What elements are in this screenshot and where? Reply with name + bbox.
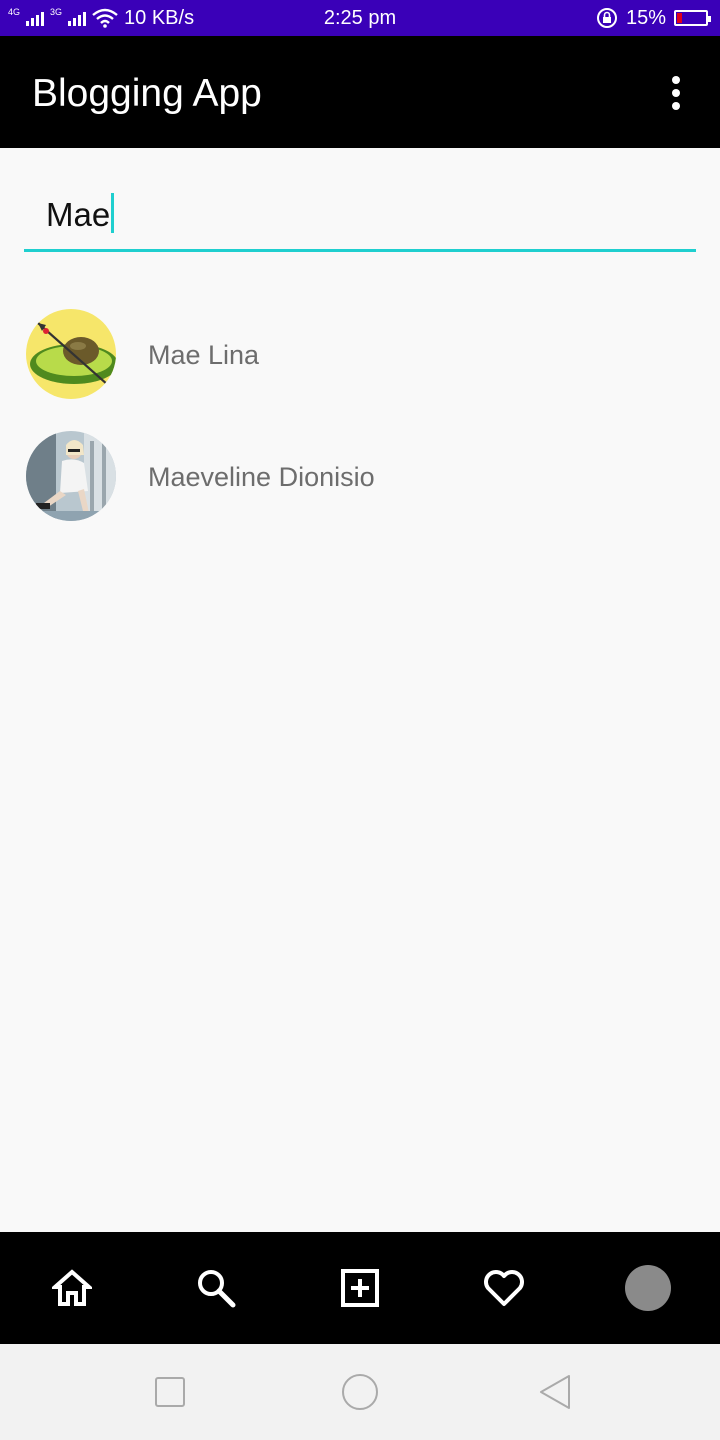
app-bar: Blogging App	[0, 36, 720, 148]
avocado-avatar-image	[26, 309, 116, 399]
bottom-navigation	[0, 1232, 720, 1344]
person-avatar-image	[26, 431, 116, 521]
nav-profile[interactable]	[608, 1232, 688, 1344]
recents-icon[interactable]	[150, 1372, 190, 1412]
nav-home[interactable]	[32, 1232, 112, 1344]
user-list-item[interactable]: Maeveline Dionisio	[26, 431, 696, 521]
more-vert-icon[interactable]	[660, 76, 692, 110]
battery-icon	[674, 10, 711, 26]
battery-percent: 15%	[625, 6, 666, 29]
back-icon[interactable]	[534, 1372, 574, 1412]
nav-notifications[interactable]	[464, 1232, 544, 1344]
home-icon	[52, 1269, 92, 1306]
add-box-icon	[341, 1269, 379, 1307]
user-name: Maeveline Dionisio	[148, 462, 375, 492]
nav-search[interactable]	[176, 1232, 256, 1344]
avatar	[26, 309, 116, 399]
search-input-value: Mae	[46, 193, 115, 237]
search-icon	[198, 1270, 236, 1308]
home-circle-icon[interactable]	[340, 1372, 380, 1412]
app-title: Blogging App	[32, 72, 262, 115]
avatar	[26, 431, 116, 521]
user-list-item[interactable]: Mae Lina	[26, 309, 696, 399]
profile-avatar	[625, 1265, 671, 1311]
status-right: 15%	[596, 0, 711, 36]
rotation-lock-icon	[596, 8, 617, 28]
system-navigation	[0, 1344, 720, 1440]
nav-add[interactable]	[320, 1232, 400, 1344]
heart-icon	[484, 1270, 524, 1306]
user-name: Mae Lina	[148, 340, 260, 370]
text-cursor	[111, 193, 115, 234]
search-input[interactable]: Mae	[24, 178, 696, 252]
status-bar: 4G 3G 10 KB/s 2:25 pm 15%	[0, 0, 720, 36]
